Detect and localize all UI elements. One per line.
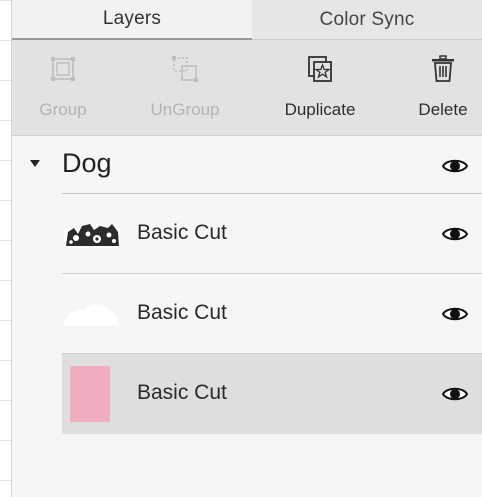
- canvas-edge: [0, 0, 12, 497]
- visibility-eye-icon[interactable]: [441, 385, 469, 403]
- layers-toolbar: Group UnGroup Duplicate Delete: [12, 40, 482, 136]
- white-cloud-thumbnail: [62, 298, 120, 335]
- collapse-caret-icon[interactable]: [30, 160, 40, 167]
- layer-group-dog[interactable]: Dog: [12, 136, 482, 194]
- layer-item[interactable]: Basic Cut: [62, 194, 482, 274]
- duplicate-button[interactable]: Duplicate: [270, 40, 370, 136]
- duplicate-icon: [305, 54, 335, 84]
- visibility-eye-icon[interactable]: [441, 157, 469, 175]
- layer-item-selected[interactable]: Basic Cut: [62, 354, 482, 434]
- group-button[interactable]: Group: [28, 40, 98, 136]
- ungroup-icon: [170, 54, 200, 84]
- delete-button[interactable]: Delete: [408, 40, 478, 136]
- layer-label: Basic Cut: [137, 221, 227, 244]
- ungroup-label: UnGroup: [150, 100, 220, 119]
- delete-label: Delete: [418, 100, 468, 119]
- panel-tabs: Layers Color Sync: [12, 0, 482, 40]
- group-name: Dog: [62, 148, 112, 178]
- visibility-eye-icon[interactable]: [441, 225, 469, 243]
- visibility-eye-icon[interactable]: [441, 305, 469, 323]
- group-label: Group: [39, 100, 87, 119]
- tab-color-sync[interactable]: Color Sync: [252, 0, 482, 40]
- layer-item[interactable]: Basic Cut: [62, 274, 482, 354]
- dog-pattern-thumbnail: [64, 220, 120, 253]
- ungroup-button[interactable]: UnGroup: [140, 40, 230, 136]
- group-icon: [48, 54, 78, 84]
- layers-panel: Layers Color Sync Group UnGroup Duplicat…: [12, 0, 482, 497]
- duplicate-label: Duplicate: [284, 100, 356, 119]
- layer-label: Basic Cut: [137, 381, 227, 404]
- layer-label: Basic Cut: [137, 301, 227, 324]
- pink-rectangle-thumbnail: [70, 366, 110, 422]
- tab-layers[interactable]: Layers: [12, 0, 252, 40]
- trash-icon: [428, 54, 458, 84]
